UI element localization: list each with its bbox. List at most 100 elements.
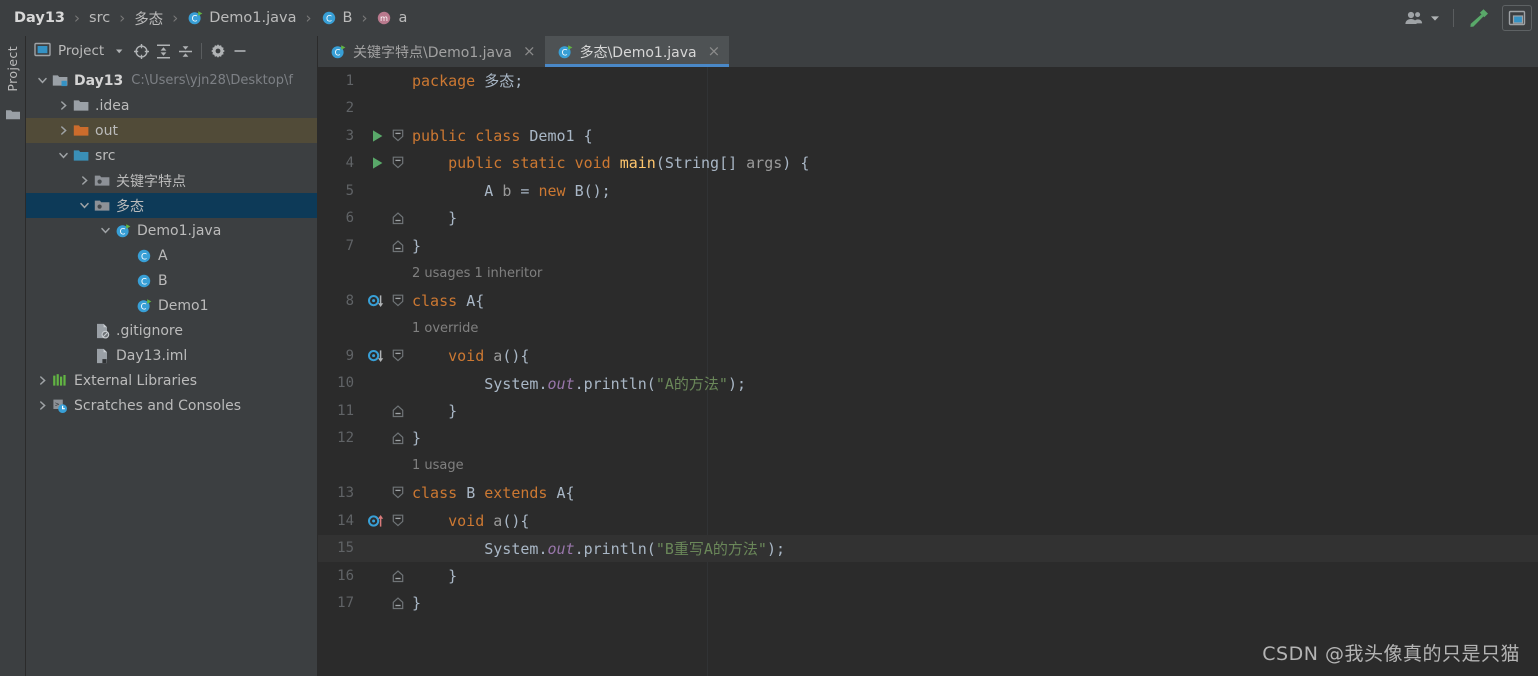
inlay-hint-text[interactable]: 2 usages 1 inheritor bbox=[406, 266, 542, 281]
code-line-row[interactable]: 8 class A{ bbox=[318, 287, 1538, 315]
code-line-row[interactable]: 16 } bbox=[318, 562, 1538, 590]
code-line-row[interactable]: 6 } bbox=[318, 205, 1538, 233]
folder-icon[interactable] bbox=[5, 106, 21, 125]
chevron-right-icon[interactable] bbox=[34, 400, 51, 411]
chevron-down-icon[interactable] bbox=[97, 225, 114, 236]
fold-end-icon[interactable] bbox=[390, 430, 406, 446]
overridden-method-gutter-icon[interactable] bbox=[364, 294, 390, 308]
tree-node-11[interactable]: .gitignore bbox=[26, 318, 317, 343]
overridden-method-gutter-icon[interactable] bbox=[364, 349, 390, 363]
overriding-method-gutter-icon[interactable] bbox=[364, 514, 390, 528]
tree-node-1[interactable]: Day13 C:\Users\yjn28\Desktop\f bbox=[26, 68, 317, 93]
code-line-text: package 多态; bbox=[412, 72, 524, 91]
code-line-row[interactable]: 14 void a(){ bbox=[318, 507, 1538, 535]
tree-node-12[interactable]: Day13.iml bbox=[26, 343, 317, 368]
run-gutter-icon[interactable] bbox=[364, 156, 390, 170]
chevron-right-icon[interactable] bbox=[34, 375, 51, 386]
code-line-row[interactable]: 3 public class Demo1 { bbox=[318, 122, 1538, 150]
tree-node-7[interactable]: C Demo1.java bbox=[26, 218, 317, 243]
tree-node-2[interactable]: .idea bbox=[26, 93, 317, 118]
tree-node-5[interactable]: 关键字特点 bbox=[26, 168, 317, 193]
inlay-hint-text[interactable]: 1 override bbox=[406, 321, 478, 336]
editor-tab-2[interactable]: C 多态\Demo1.java × bbox=[544, 36, 730, 67]
inlay-hint-text[interactable]: 1 usage bbox=[406, 458, 464, 473]
class-icon: C bbox=[135, 273, 153, 289]
editor-tab-1[interactable]: C 关键字特点\Demo1.java × bbox=[318, 36, 545, 67]
line-number: 12 bbox=[337, 430, 354, 447]
users-icon[interactable] bbox=[1399, 5, 1429, 31]
breadcrumb-item-4[interactable]: C Demo1.java bbox=[187, 10, 297, 26]
svg-text:C: C bbox=[120, 226, 126, 236]
locate-target-icon[interactable] bbox=[130, 40, 152, 62]
chevron-down-icon[interactable] bbox=[55, 150, 72, 161]
fold-collapse-icon[interactable] bbox=[390, 348, 406, 364]
code-line-row[interactable]: 2 bbox=[318, 95, 1538, 123]
breadcrumb-separator: › bbox=[361, 8, 368, 27]
chevron-down-icon[interactable] bbox=[34, 75, 51, 86]
tree-node-label: Scratches and Consoles bbox=[74, 397, 241, 414]
code-line-row[interactable]: 13 class B extends A{ bbox=[318, 480, 1538, 508]
chevron-down-icon[interactable] bbox=[76, 200, 93, 211]
code-line-row[interactable]: 9 void a(){ bbox=[318, 342, 1538, 370]
fold-end-icon[interactable] bbox=[390, 210, 406, 226]
chevron-down-small-icon[interactable] bbox=[108, 40, 130, 62]
code-line-row[interactable]: 17} bbox=[318, 590, 1538, 618]
code-line-row[interactable]: 5 A b = new B(); bbox=[318, 177, 1538, 205]
tree-node-9[interactable]: CB bbox=[26, 268, 317, 293]
tree-node-4[interactable]: src bbox=[26, 143, 317, 168]
hammer-build-icon[interactable] bbox=[1462, 5, 1496, 31]
close-icon[interactable]: × bbox=[523, 44, 536, 59]
code-inlay-hint-row[interactable]: 1 usage bbox=[318, 452, 1538, 480]
gear-icon[interactable] bbox=[207, 40, 229, 62]
fold-collapse-icon[interactable] bbox=[390, 485, 406, 501]
fold-end-icon[interactable] bbox=[390, 568, 406, 584]
tree-node-8[interactable]: CA bbox=[26, 243, 317, 268]
line-number: 4 bbox=[345, 155, 354, 172]
fold-collapse-icon[interactable] bbox=[390, 128, 406, 144]
code-inlay-hint-row[interactable]: 2 usages 1 inheritor bbox=[318, 260, 1538, 288]
breadcrumb-item-3[interactable]: 多态 bbox=[134, 8, 163, 29]
tree-node-6[interactable]: 多态 bbox=[26, 193, 317, 218]
fold-collapse-icon[interactable] bbox=[390, 155, 406, 171]
code-inlay-hint-row[interactable]: 1 override bbox=[318, 315, 1538, 343]
minus-icon[interactable] bbox=[229, 40, 251, 62]
fold-collapse-icon[interactable] bbox=[390, 513, 406, 529]
code-line-row[interactable]: 12} bbox=[318, 425, 1538, 453]
code-line-row[interactable]: 4 public static void main(String[] args)… bbox=[318, 150, 1538, 178]
tool-window-tab-project[interactable]: Project bbox=[2, 40, 23, 98]
breadcrumb-item-5[interactable]: CB bbox=[321, 10, 352, 26]
fold-end-icon[interactable] bbox=[390, 403, 406, 419]
tree-node-14[interactable]: > Scratches and Consoles bbox=[26, 393, 317, 418]
fold-end-icon[interactable] bbox=[390, 595, 406, 611]
collapse-all-icon[interactable] bbox=[174, 40, 196, 62]
code-line-row[interactable]: 7} bbox=[318, 232, 1538, 260]
chevron-right-icon[interactable] bbox=[76, 175, 93, 186]
code-line-text: public class Demo1 { bbox=[412, 126, 593, 145]
editor-tab-bar: C 关键字特点\Demo1.java × C 多态\Demo1.java × bbox=[318, 36, 1538, 67]
tree-node-path: C:\Users\yjn28\Desktop\f bbox=[131, 73, 293, 88]
tree-node-10[interactable]: C Demo1 bbox=[26, 293, 317, 318]
close-icon[interactable]: × bbox=[708, 44, 721, 59]
tree-node-3[interactable]: out bbox=[26, 118, 317, 143]
code-line-row[interactable]: 1 package 多态; bbox=[318, 67, 1538, 95]
project-panel-header: Project bbox=[26, 36, 317, 66]
chevron-right-icon[interactable] bbox=[55, 100, 72, 111]
code-line-row[interactable]: 11 } bbox=[318, 397, 1538, 425]
breadcrumb-item-label: a bbox=[398, 10, 408, 26]
fold-end-icon[interactable] bbox=[390, 238, 406, 254]
window-layout-icon[interactable] bbox=[1502, 5, 1532, 31]
expand-all-icon[interactable] bbox=[152, 40, 174, 62]
chevron-right-icon[interactable] bbox=[55, 125, 72, 136]
fold-collapse-icon[interactable] bbox=[390, 293, 406, 309]
code-editor[interactable]: 1 package 多态; 2 3 public class Demo1 {4 publ… bbox=[318, 67, 1538, 676]
breadcrumb-item-6[interactable]: ma bbox=[376, 10, 407, 26]
breadcrumb-item-2[interactable]: src bbox=[89, 10, 110, 26]
code-line-row[interactable]: 10 System.out.println("A的方法"); bbox=[318, 370, 1538, 398]
tree-node-13[interactable]: External Libraries bbox=[26, 368, 317, 393]
code-line-row[interactable]: 15 System.out.println("B重写A的方法"); bbox=[318, 534, 1538, 562]
code-line-text: } bbox=[412, 209, 458, 228]
chevron-down-icon[interactable] bbox=[1429, 5, 1445, 31]
breadcrumb-item-1[interactable]: Day13 bbox=[14, 10, 65, 26]
run-gutter-icon[interactable] bbox=[364, 129, 390, 143]
libraries-icon bbox=[51, 373, 69, 388]
